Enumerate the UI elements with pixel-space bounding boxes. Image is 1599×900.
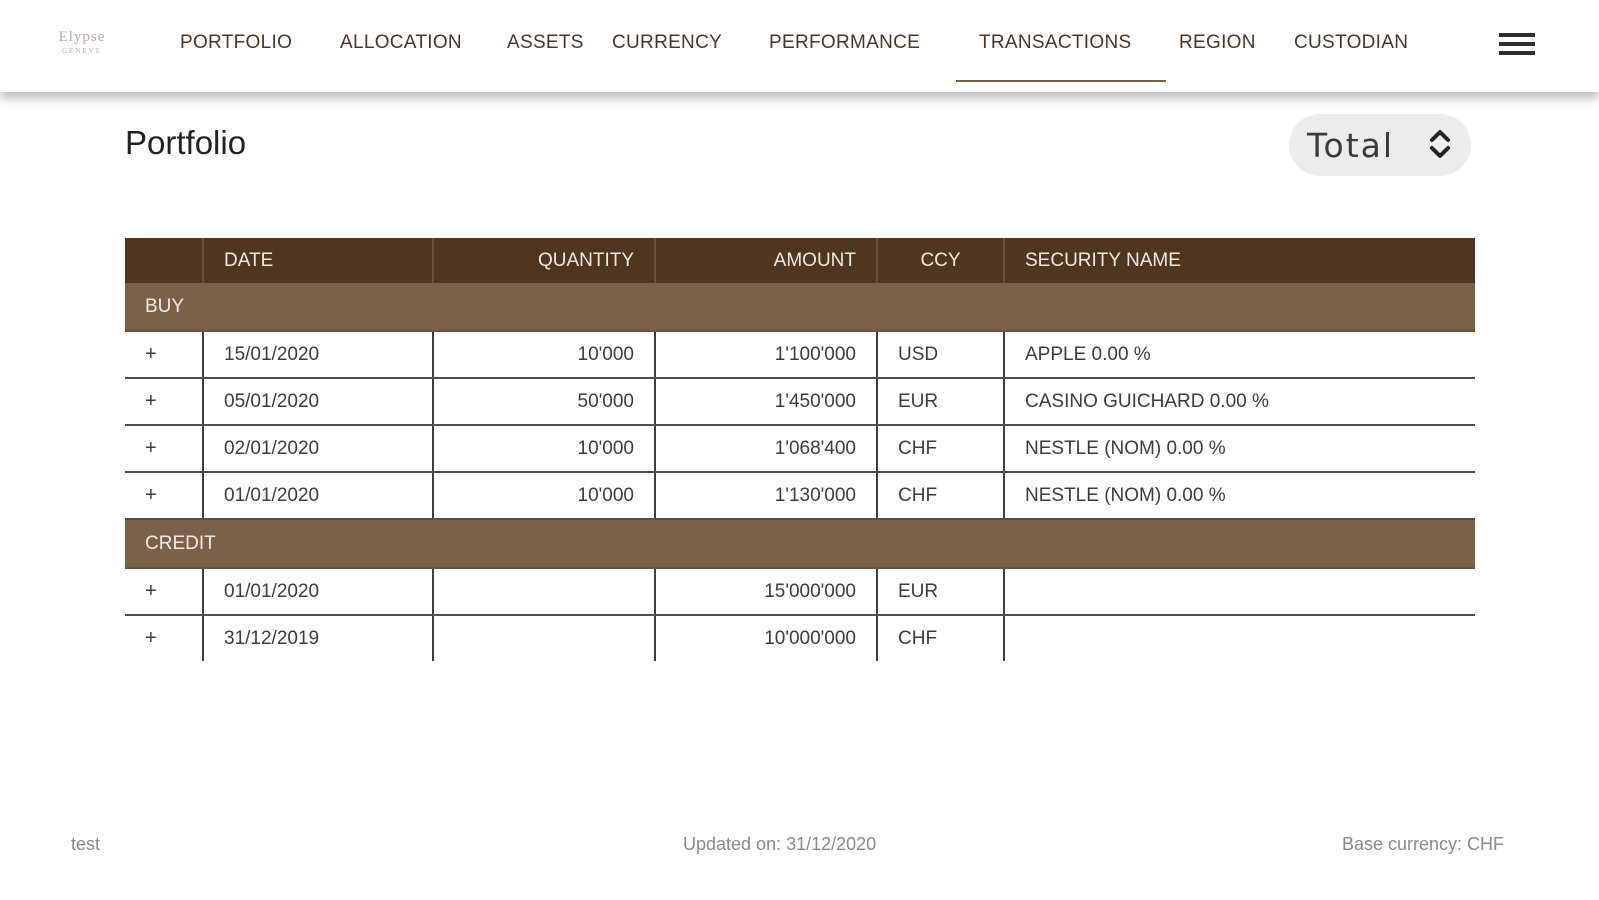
- cell-amount: 15'000'000: [654, 568, 877, 616]
- cell-quantity: 50'000: [432, 378, 655, 426]
- cell-quantity: [432, 568, 655, 616]
- cell-ccy: USD: [876, 331, 1004, 379]
- cell-quantity: 10'000: [432, 472, 655, 520]
- nav-item-currency[interactable]: CURRENCY: [612, 32, 722, 54]
- group-row-buy: BUY: [125, 283, 1475, 332]
- cell-amount: 1'068'400: [654, 425, 877, 473]
- cell-quantity: 10'000: [432, 331, 655, 379]
- expand-row-button[interactable]: +: [125, 615, 203, 661]
- cell-amount: 10'000'000: [654, 615, 877, 661]
- page-title: Portfolio: [125, 124, 247, 161]
- table-header-row: DATE QUANTITY AMOUNT CCY SECURITY NAME: [125, 238, 1475, 283]
- cell-quantity: [432, 615, 655, 661]
- brand-logo[interactable]: Elypse GENEVE: [50, 30, 114, 55]
- cell-amount: 1'100'000: [654, 331, 877, 379]
- cell-ccy: EUR: [876, 568, 1004, 616]
- cell-date: 01/01/2020: [202, 472, 433, 520]
- cell-security-name: NESTLE (NOM) 0.00 %: [1003, 472, 1475, 520]
- table-row: + 15/01/2020 10'000 1'100'000 USD APPLE …: [125, 331, 1475, 379]
- column-header-expand: [125, 238, 203, 283]
- logo-line-1: Elypse: [58, 29, 106, 45]
- nav-item-region[interactable]: REGION: [1179, 32, 1256, 54]
- top-navigation-bar: Elypse GENEVE PORTFOLIO ALLOCATION ASSET…: [0, 0, 1599, 92]
- expand-row-button[interactable]: +: [125, 425, 203, 473]
- cell-date: 31/12/2019: [202, 615, 433, 661]
- column-header-quantity[interactable]: QUANTITY: [432, 238, 655, 283]
- nav-item-performance[interactable]: PERFORMANCE: [769, 32, 920, 54]
- column-header-security-name[interactable]: SECURITY NAME: [1003, 238, 1475, 283]
- table-row: + 05/01/2020 50'000 1'450'000 EUR CASINO…: [125, 378, 1475, 426]
- cell-date: 02/01/2020: [202, 425, 433, 473]
- cell-amount: 1'450'000: [654, 378, 877, 426]
- cell-date: 01/01/2020: [202, 568, 433, 616]
- cell-ccy: CHF: [876, 615, 1004, 661]
- nav-item-assets[interactable]: ASSETS: [507, 32, 584, 54]
- footer-base-currency: Base currency: CHF: [1342, 834, 1505, 854]
- group-row-credit: CREDIT: [125, 519, 1475, 569]
- nav-item-transactions[interactable]: TRANSACTIONS: [979, 32, 1131, 54]
- table-row: + 31/12/2019 10'000'000 CHF: [125, 615, 1475, 661]
- cell-security-name: APPLE 0.00 %: [1003, 331, 1475, 379]
- cell-security-name: [1003, 568, 1475, 616]
- table-row: + 01/01/2020 15'000'000 EUR: [125, 568, 1475, 616]
- cell-ccy: EUR: [876, 378, 1004, 426]
- footer-user-label: test: [71, 834, 101, 854]
- expand-row-button[interactable]: +: [125, 331, 203, 379]
- portfolio-selector[interactable]: Total: [1289, 114, 1471, 176]
- up-down-chevron-icon: [1430, 130, 1450, 158]
- expand-row-button[interactable]: +: [125, 472, 203, 520]
- column-header-date[interactable]: DATE: [202, 238, 433, 283]
- cell-security-name: NESTLE (NOM) 0.00 %: [1003, 425, 1475, 473]
- cell-security-name: [1003, 615, 1475, 661]
- column-header-ccy[interactable]: CCY: [876, 238, 1004, 283]
- cell-date: 15/01/2020: [202, 331, 433, 379]
- portfolio-selector-value: Total: [1307, 126, 1395, 165]
- expand-row-button[interactable]: +: [125, 378, 203, 426]
- nav-item-allocation[interactable]: ALLOCATION: [340, 32, 462, 54]
- cell-security-name: CASINO GUICHARD 0.00 %: [1003, 378, 1475, 426]
- group-label: BUY: [125, 283, 1475, 332]
- logo-line-2: GENEVE: [62, 47, 102, 55]
- transactions-table: DATE QUANTITY AMOUNT CCY SECURITY NAME B…: [125, 238, 1475, 661]
- active-tab-underline: [956, 80, 1166, 82]
- hamburger-menu-icon[interactable]: [1499, 33, 1535, 59]
- cell-date: 05/01/2020: [202, 378, 433, 426]
- group-label: CREDIT: [125, 519, 1475, 569]
- cell-ccy: CHF: [876, 472, 1004, 520]
- cell-quantity: 10'000: [432, 425, 655, 473]
- table-row: + 01/01/2020 10'000 1'130'000 CHF NESTLE…: [125, 472, 1475, 520]
- column-header-amount[interactable]: AMOUNT: [654, 238, 877, 283]
- cell-ccy: CHF: [876, 425, 1004, 473]
- nav-item-portfolio[interactable]: PORTFOLIO: [180, 32, 292, 54]
- footer-updated-on: Updated on: 31/12/2020: [683, 834, 877, 854]
- expand-row-button[interactable]: +: [125, 568, 203, 616]
- table-row: + 02/01/2020 10'000 1'068'400 CHF NESTLE…: [125, 425, 1475, 473]
- nav-item-custodian[interactable]: CUSTODIAN: [1294, 32, 1408, 54]
- cell-amount: 1'130'000: [654, 472, 877, 520]
